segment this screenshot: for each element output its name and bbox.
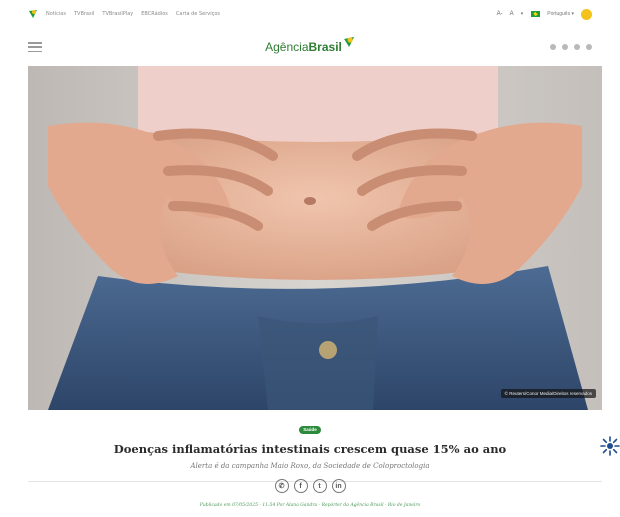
font-increase-button[interactable]: A <box>510 11 514 17</box>
twitter-header-icon[interactable] <box>574 44 580 50</box>
language-selector[interactable]: Português ▾ <box>547 11 574 17</box>
menu-icon[interactable] <box>28 42 42 52</box>
article-subhead: Alerta é da campanha Maio Roxo, da Socie… <box>190 462 430 470</box>
brand-name-light: Agência <box>265 40 309 54</box>
whatsapp-icon[interactable]: ✆ <box>274 479 289 493</box>
brand-logo-icon <box>343 37 354 47</box>
brand-name-bold: Brasil <box>308 40 342 54</box>
share-buttons: ✆ f t in <box>0 479 620 493</box>
article-byline: Publicado em 07/05/2025 - 11:54 Por Alan… <box>199 503 421 508</box>
photo-credit: © Reuters/Conor Media/Direitos reservado… <box>500 389 596 398</box>
article-header: Saúde Doenças inflamatórias intestinais … <box>0 418 620 508</box>
network-link-ebcradios[interactable]: EBCRádios <box>141 11 168 17</box>
network-links: Notícias TVBrasil TVBrasilPlay EBCRádios… <box>46 11 220 17</box>
brazil-flag-icon <box>531 11 541 17</box>
contrast-button[interactable]: ◐ <box>521 11 525 17</box>
gov-badge-icon[interactable] <box>581 8 592 20</box>
site-header: Agência Brasil <box>0 28 620 66</box>
instagram-icon[interactable] <box>550 44 556 50</box>
accessibility-widget-icon[interactable] <box>600 436 620 456</box>
network-link-noticias[interactable]: Notícias <box>46 11 66 17</box>
top-bar: Notícias TVBrasil TVBrasilPlay EBCRádios… <box>0 0 620 28</box>
linkedin-icon[interactable]: in <box>331 479 346 493</box>
header-social-icons <box>550 44 592 50</box>
article-headline: Doenças inflamatórias intestinais cresce… <box>113 442 507 456</box>
accessibility-controls: A- A ◐ Português ▾ <box>497 8 592 20</box>
network-link-tvbrasilplay[interactable]: TVBrasilPlay <box>102 11 133 17</box>
search-icon[interactable] <box>586 44 592 50</box>
twitter-icon[interactable]: t <box>312 479 327 493</box>
hero-photo <box>28 66 602 410</box>
category-badge[interactable]: Saúde <box>299 425 321 434</box>
font-decrease-button[interactable]: A- <box>497 11 503 17</box>
hero-image: © Reuters/Conor Media/Direitos reservado… <box>28 66 602 410</box>
brand-mini-logo-icon[interactable] <box>28 9 38 19</box>
network-link-tvbrasil[interactable]: TVBrasil <box>74 11 94 17</box>
facebook-header-icon[interactable] <box>562 44 568 50</box>
network-link-carta-de-servicos[interactable]: Carta de Serviços <box>176 11 220 17</box>
facebook-icon[interactable]: f <box>293 479 308 493</box>
site-logo[interactable]: Agência Brasil <box>265 36 355 54</box>
